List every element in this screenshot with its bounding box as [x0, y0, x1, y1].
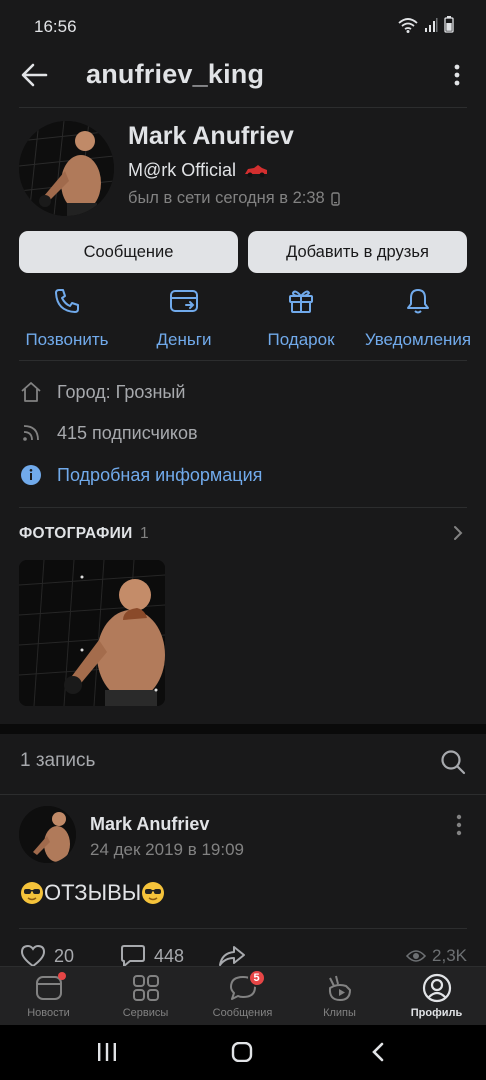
home-icon [21, 382, 41, 402]
services-grid-icon [132, 975, 159, 1001]
info-divider [19, 507, 467, 508]
post-text: ОТЗЫВЫ [20, 880, 165, 906]
post-footer-divider [19, 928, 467, 929]
mobile-icon [331, 191, 340, 206]
online-status: был в сети сегодня в 2:38 [128, 189, 340, 208]
race-car-icon [244, 164, 267, 177]
action-notifications-label: Уведомления [364, 330, 472, 349]
tab-services-label: Сервисы [122, 1007, 169, 1019]
tab-news[interactable]: Новости [0, 967, 97, 1026]
tab-profile[interactable]: Профиль [388, 967, 485, 1026]
post-date[interactable]: 24 дек 2019 в 19:09 [90, 840, 244, 860]
profile-status: M@rk Official [128, 160, 268, 181]
phone-icon [55, 289, 79, 313]
photos-count: 1 [140, 525, 149, 542]
section-separator [0, 724, 486, 734]
tab-clips[interactable]: Клипы [291, 967, 388, 1026]
tab-profile-label: Профиль [410, 1007, 463, 1019]
system-nav-bar [0, 1025, 486, 1080]
post-author-name[interactable]: Mark Anufriev [90, 814, 209, 835]
actions-divider [19, 360, 467, 361]
post-text-content: ОТЗЫВЫ [44, 880, 142, 905]
heart-icon [20, 944, 46, 968]
details-link[interactable]: Подробная информация [19, 463, 262, 487]
info-icon [21, 465, 41, 485]
info-city: Город: Грозный [19, 380, 185, 404]
like-count: 20 [54, 945, 75, 966]
rss-icon [23, 425, 39, 441]
comment-count: 448 [154, 945, 185, 966]
action-gift[interactable]: Подарок [242, 286, 360, 350]
status-time: 16:56 [34, 17, 77, 36]
home-button-icon[interactable] [231, 1042, 253, 1062]
comment-button[interactable]: 448 [120, 944, 184, 968]
action-call[interactable]: Позвонить [8, 286, 126, 350]
gift-icon [289, 290, 313, 313]
info-city-text: Город: Грозный [57, 381, 186, 402]
bottom-tab-bar: Новости Сервисы 5 Сообщения Клипы Профил… [0, 966, 486, 1025]
details-link-text: Подробная информация [57, 464, 263, 485]
like-button[interactable]: 20 [20, 944, 74, 968]
online-status-text: был в сети сегодня в 2:38 [128, 189, 325, 207]
eye-icon [406, 950, 427, 962]
tab-messages[interactable]: 5 Сообщения [194, 967, 291, 1026]
status-icons [398, 16, 454, 33]
bell-icon [407, 289, 429, 314]
recent-apps-icon[interactable] [96, 1042, 118, 1062]
profile-name: Mark Anufriev [128, 122, 294, 150]
sunglasses-emoji-icon [142, 882, 165, 904]
back-arrow-icon[interactable] [20, 60, 48, 90]
share-icon [219, 946, 245, 966]
info-followers[interactable]: 415 подписчиков [19, 421, 198, 445]
messages-badge: 5 [247, 969, 266, 987]
action-gift-label: Подарок [267, 330, 335, 349]
sunglasses-emoji-icon [21, 882, 43, 904]
photo-thumbnail[interactable] [19, 560, 165, 706]
tab-news-label: Новости [27, 1007, 70, 1019]
profile-avatar[interactable] [19, 121, 114, 216]
message-button[interactable]: Сообщение [19, 231, 238, 273]
post-author-avatar[interactable] [19, 806, 76, 863]
photos-title[interactable]: ФОТОГРАФИИ [19, 525, 133, 543]
add-friend-button[interactable]: Добавить в друзья [248, 231, 467, 273]
tab-services[interactable]: Сервисы [97, 967, 194, 1026]
search-icon[interactable] [440, 749, 466, 775]
action-money-label: Деньги [156, 330, 212, 349]
action-money[interactable]: Деньги [125, 286, 243, 350]
share-button[interactable] [218, 944, 246, 968]
tab-clips-label: Клипы [323, 1007, 356, 1019]
news-notification-dot [57, 972, 66, 980]
info-followers-text: 415 подписчиков [57, 422, 198, 443]
action-call-label: Позвонить [25, 330, 109, 349]
posts-count: 1 запись [20, 750, 96, 771]
battery-icon [444, 16, 454, 33]
header-username: anufriev_king [86, 59, 265, 89]
signal-icon [425, 17, 438, 32]
action-notifications[interactable]: Уведомления [359, 286, 477, 350]
back-nav-icon[interactable] [371, 1042, 385, 1062]
comment-icon [121, 945, 145, 967]
clips-icon [328, 975, 351, 1001]
header-divider [19, 107, 467, 108]
money-icon [170, 290, 198, 312]
post-more-icon[interactable] [454, 814, 464, 836]
tab-messages-label: Сообщения [212, 1007, 273, 1019]
wifi-icon [398, 17, 418, 33]
profile-icon [422, 973, 451, 1003]
chevron-right-icon[interactable] [451, 524, 465, 542]
posts-divider [0, 794, 486, 795]
views-counter: 2,3K [406, 946, 467, 966]
more-vertical-icon[interactable] [450, 62, 464, 88]
views-count: 2,3K [432, 946, 467, 965]
profile-status-text: M@rk Official [128, 160, 236, 180]
